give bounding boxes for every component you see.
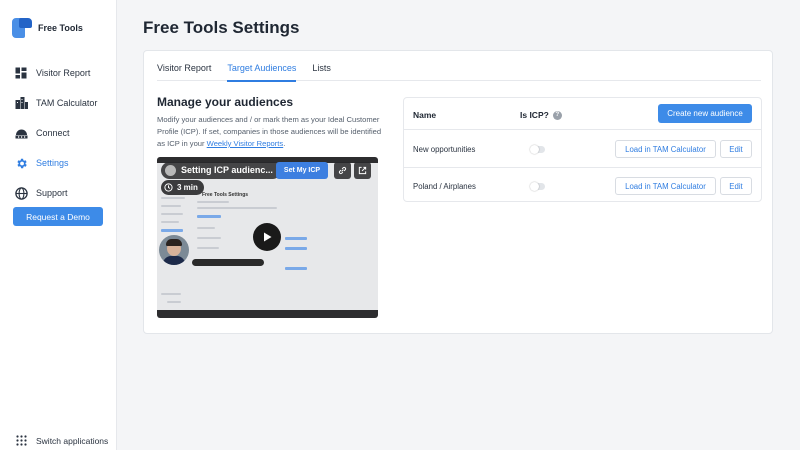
audiences-table: Name Is ICP? ? Create new audience New o… (403, 97, 762, 202)
video-title-bar: Setting ICP audienc... (161, 161, 281, 179)
column-header-name: Name (413, 110, 437, 120)
sidebar-item-tam-calculator[interactable]: TAM Calculator (0, 88, 116, 118)
copy-link-icon[interactable] (334, 162, 351, 179)
table-row: New opportunities Load in TAM Calculator… (404, 131, 761, 167)
request-demo-button[interactable]: Request a Demo (13, 207, 103, 226)
apps-grid-icon (16, 435, 27, 446)
preview-line (197, 227, 215, 229)
preview-button (285, 237, 307, 240)
preview-line (197, 237, 221, 239)
sidebar-item-label: TAM Calculator (36, 98, 98, 108)
sidebar: Free Tools Visitor Report TAM Calculator… (0, 0, 117, 450)
load-in-tam-calculator-button[interactable]: Load in TAM Calculator (615, 177, 716, 195)
video-title[interactable]: Setting ICP audienc... (161, 161, 281, 179)
preview-button (161, 229, 183, 232)
tab-target-audiences[interactable]: Target Audiences (227, 51, 297, 82)
brand-name: Free Tools (38, 23, 83, 33)
icp-toggle[interactable] (530, 144, 545, 154)
preview-line (161, 213, 183, 215)
set-my-icp-button[interactable]: Set My ICP (276, 162, 328, 179)
preview-line (197, 201, 229, 203)
column-header-label: Is ICP? (520, 110, 549, 120)
weekly-visitor-reports-link[interactable]: Weekly Visitor Reports (207, 139, 284, 148)
load-in-tam-calculator-button[interactable]: Load in TAM Calculator (615, 140, 716, 158)
tutorial-video[interactable]: Free Tools Settings Setting ICP audienc.… (157, 157, 378, 318)
external-link-icon[interactable] (354, 162, 371, 179)
sidebar-nav: Visitor Report TAM Calculator Connect Se… (0, 58, 116, 208)
presenter-avatar (165, 164, 176, 176)
sidebar-item-label: Settings (36, 158, 69, 168)
sidebar-item-support[interactable]: Support (0, 178, 116, 208)
dashboard-icon (14, 66, 28, 80)
settings-card: Visitor Report Target Audiences Lists Ma… (143, 50, 773, 334)
edit-button[interactable]: Edit (720, 177, 752, 195)
connect-icon (14, 126, 28, 140)
video-title-text: Setting ICP audienc... (181, 165, 273, 175)
duration-text: 3 min (177, 183, 198, 192)
section-description: Modify your audiences and / or mark them… (157, 114, 382, 150)
create-new-audience-button[interactable]: Create new audience (658, 104, 752, 123)
preview-line (161, 293, 181, 295)
sidebar-item-visitor-report[interactable]: Visitor Report (0, 58, 116, 88)
switch-applications[interactable]: Switch applications (16, 435, 108, 446)
section-title: Manage your audiences (157, 95, 294, 109)
switch-applications-label: Switch applications (36, 435, 109, 446)
buildings-icon (14, 96, 28, 110)
column-header-is-icp: Is ICP? ? (520, 110, 562, 120)
play-icon[interactable] (253, 223, 281, 251)
globe-icon (14, 186, 28, 200)
tab-visitor-report[interactable]: Visitor Report (157, 51, 211, 81)
preview-line (161, 197, 185, 199)
preview-line (167, 301, 181, 303)
preview-title: Free Tools Settings (202, 192, 249, 198)
info-icon[interactable]: ? (552, 110, 562, 120)
preview-button (197, 215, 221, 218)
table-row: Poland / Airplanes Load in TAM Calculato… (404, 167, 761, 203)
preview-button (285, 247, 307, 250)
audience-name: New opportunities (413, 145, 476, 154)
edit-button[interactable]: Edit (720, 140, 752, 158)
tab-lists[interactable]: Lists (312, 51, 331, 81)
preview-button (285, 267, 307, 270)
icp-toggle[interactable] (530, 181, 545, 191)
free-tools-logo-icon (12, 18, 32, 38)
preview-line (161, 205, 181, 207)
sidebar-item-connect[interactable]: Connect (0, 118, 116, 148)
sidebar-item-label: Support (36, 188, 68, 198)
duration-badge: 3 min (161, 180, 204, 195)
audience-name: Poland / Airplanes (413, 182, 476, 191)
preview-line (197, 207, 277, 209)
preview-line (197, 247, 219, 249)
gear-icon (14, 156, 28, 170)
sidebar-item-label: Visitor Report (36, 68, 91, 78)
description-end: . (283, 139, 286, 148)
video-controls[interactable] (192, 259, 264, 266)
page-title: Free Tools Settings (143, 18, 300, 37)
clock-icon (164, 183, 173, 192)
presenter-webcam (159, 235, 189, 265)
sidebar-item-label: Connect (36, 128, 70, 138)
sidebar-item-settings[interactable]: Settings (0, 148, 116, 178)
preview-line (161, 221, 179, 223)
tab-bar: Visitor Report Target Audiences Lists (157, 51, 761, 82)
table-header: Name Is ICP? ? Create new audience (404, 98, 761, 130)
brand[interactable]: Free Tools (12, 18, 83, 38)
